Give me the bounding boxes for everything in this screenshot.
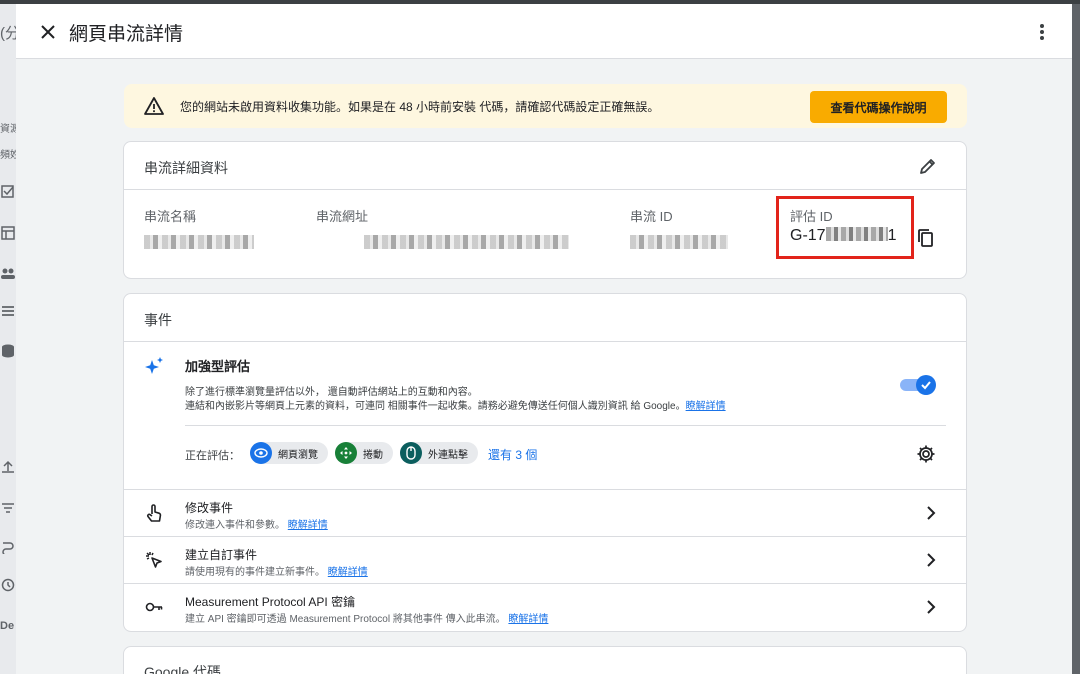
chevron-right-icon [927,600,936,614]
enhanced-measurement-desc: 除了進行標準瀏覽量評估以外， 還自動評估網站上的互動和內容。 連結和內嵌影片等網… [185,386,726,414]
list-icon [2,306,14,316]
stream-name-value-redacted [144,235,254,249]
history-icon [1,578,15,592]
row-title: Measurement Protocol API 密鑰 [185,595,356,609]
stream-details-heading: 串流詳細資料 [144,160,228,176]
checkbox-icon [1,185,14,198]
measurement-protocol-row[interactable]: Measurement Protocol API 密鑰 建立 API 密鑰即可透… [124,584,966,631]
stream-url-label: 串流網址 [316,209,369,224]
scroll-icon [335,442,357,464]
divider [185,425,946,426]
chevron-right-icon [927,506,936,520]
key-icon [145,602,163,612]
bg-label: 資源 [0,124,16,135]
stream-name-label: 串流名稱 [144,209,197,224]
gear-icon[interactable] [916,444,936,464]
chip-label: 外連點擊 [428,449,468,461]
learn-more-link[interactable]: 瞭解詳情 [288,520,328,531]
learn-more-link[interactable]: 瞭解詳情 [328,567,368,578]
touch-icon [147,504,162,522]
chip-label: 捲動 [363,449,383,461]
events-heading: 事件 [144,312,172,328]
edit-icon[interactable] [918,156,938,176]
background-right [1072,4,1080,674]
learn-more-link[interactable]: 瞭解詳情 [508,614,548,625]
banner-message: 您的網站未啟用資料收集功能。如果是在 48 小時前安裝 代碼，請確認代碼設定正確… [180,100,660,114]
warning-icon [144,97,164,115]
chip-scrolls[interactable]: 捲動 [335,442,393,464]
stream-url-value-redacted [364,235,569,249]
google-tag-card: Google 代碼 [123,646,967,674]
google-tag-heading: Google 代碼 [144,664,222,674]
close-button[interactable] [36,20,60,44]
enhanced-measurement-section: 加強型評估 除了進行標準瀏覽量評估以外， 還自動評估網站上的互動和內容。 連結和… [124,342,966,490]
data-collection-warning-banner: 您的網站未啟用資料收集功能。如果是在 48 小時前安裝 代碼，請確認代碼設定正確… [124,84,967,128]
create-custom-event-row[interactable]: 建立自訂事件 請使用現有的事件建立新事件。 瞭解詳情 [124,537,966,584]
chevron-right-icon [927,553,936,567]
row-desc-text: 修改連入事件和參數。 [185,520,285,531]
row-desc-text: 請使用現有的事件建立新事件。 [185,567,325,578]
copy-icon[interactable] [916,228,936,248]
highlight-box [776,196,914,259]
cursor-click-icon [146,552,162,568]
people-icon [1,268,15,279]
more-vert-icon [1040,24,1044,40]
row-desc: 建立 API 密鑰即可透過 Measurement Protocol 將其他事件… [185,610,548,625]
more-events-link[interactable]: 還有 3 個 [488,446,537,463]
enhanced-measurement-toggle[interactable] [900,375,936,395]
layout-icon [1,226,15,240]
database-icon [2,344,14,358]
stream-id-value-redacted [630,235,728,249]
chip-outbound-clicks[interactable]: 外連點擊 [400,442,478,464]
bg-label: 頻姓 [0,150,16,161]
enhanced-desc-line1: 除了進行標準瀏覽量評估以外， 還自動評估網站上的互動和內容。 [185,387,478,398]
events-header: 事件 [124,294,966,342]
stream-id-field: 串流 ID [630,206,728,249]
enhanced-measurement-title: 加強型評估 [185,359,251,374]
stream-id-label: 串流 ID [630,209,673,224]
page-title: 網頁串流詳情 [69,24,184,45]
enhanced-desc-line2: 連結和內嵌影片等網頁上元素的資料，可連同 相關事件一起收集。請務必避免傳送任何個… [185,401,686,412]
row-desc: 修改連入事件和參數。 瞭解詳情 [185,516,328,531]
chip-page-views[interactable]: 網頁瀏覽 [250,442,328,464]
filter-icon [2,503,14,513]
row-title: 建立自訂事件 [185,548,258,562]
eye-icon [250,442,272,464]
bg-label: (分 [0,25,16,42]
bg-label: De [0,620,15,632]
panel-header: 網頁串流詳情 [16,4,1072,59]
background-sidebar: (分 資源 頻姓 De [0,4,16,674]
more-options-button[interactable] [1030,20,1054,44]
mouse-icon [400,442,422,464]
check-icon [921,381,931,390]
chip-label: 網頁瀏覽 [278,449,318,461]
row-desc: 請使用現有的事件建立新事件。 瞭解詳情 [185,563,368,578]
row-desc-text: 建立 API 密鑰即可透過 Measurement Protocol 將其他事件… [185,614,506,625]
modify-events-row[interactable]: 修改事件 修改連入事件和參數。 瞭解詳情 [124,490,966,537]
row-title: 修改事件 [185,501,234,515]
stream-details-card: 串流詳細資料 串流名稱 串流網址 串流 ID 評估 ID G-17 1 [123,141,967,279]
close-icon [41,25,55,39]
toggle-knob [916,375,936,395]
learn-more-link[interactable]: 瞭解詳情 [686,401,726,412]
upload-icon [2,460,14,473]
stream-details-panel: 網頁串流詳情 您的網站未啟用資料收集功能。如果是在 48 小時前安裝 代碼，請確… [16,4,1072,674]
route-icon [2,542,14,554]
stream-details-header: 串流詳細資料 [124,142,966,190]
view-tag-instructions-button[interactable]: 查看代碼操作說明 [810,91,947,123]
measuring-label: 正在評估： [185,450,240,462]
stream-name-field: 串流名稱 [144,206,254,249]
events-card: 事件 加強型評估 除了進行標準瀏覽量評估以外， 還自動評估網站上的互動和內容。 … [123,293,967,632]
sparkle-icon [145,357,163,374]
stream-url-field: 串流網址 [316,206,569,249]
